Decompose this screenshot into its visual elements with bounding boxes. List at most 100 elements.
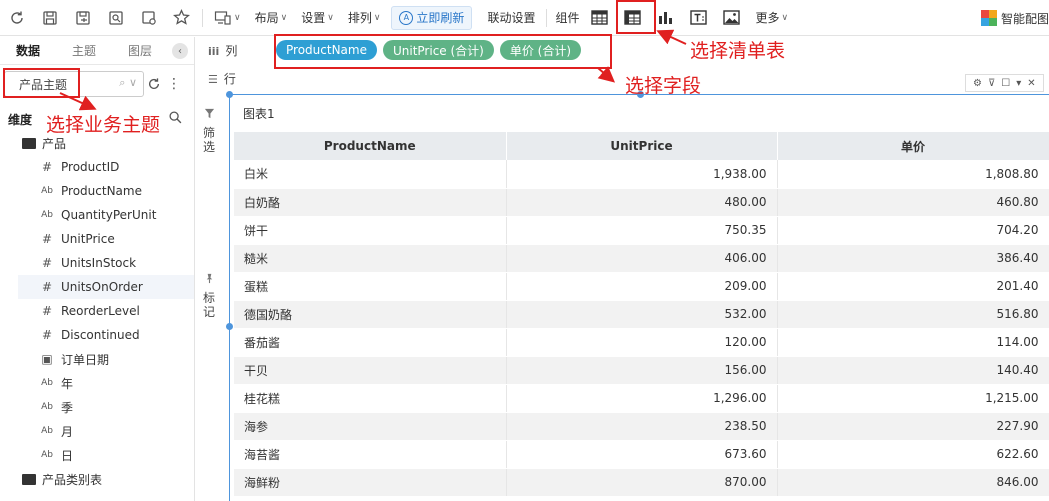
save-as-icon[interactable] bbox=[66, 0, 99, 36]
product-name-cell: 干贝 bbox=[234, 356, 507, 385]
text-button[interactable] bbox=[682, 0, 715, 36]
field-item[interactable]: # UnitsInStock bbox=[0, 251, 194, 275]
table-row[interactable]: 干贝 156.00 140.40 bbox=[234, 356, 1049, 385]
table-row[interactable]: 海鲜粉 870.00 846.00 bbox=[234, 468, 1049, 497]
text-type-icon: Ab bbox=[41, 450, 53, 460]
refresh-icon[interactable] bbox=[0, 0, 33, 36]
table-row[interactable]: 糙米 406.00 386.40 bbox=[234, 244, 1049, 273]
field-item[interactable]: Ab 月 bbox=[0, 419, 194, 443]
maximize-icon[interactable]: ☐ bbox=[1001, 78, 1010, 89]
resize-handle[interactable] bbox=[226, 91, 233, 98]
filter-label: 筛选 bbox=[203, 126, 216, 154]
list-table-button[interactable] bbox=[583, 0, 616, 36]
table-row[interactable]: 饼干 750.35 704.20 bbox=[234, 216, 1049, 245]
folder-label: 产品 bbox=[42, 136, 67, 151]
chart-container[interactable]: ⚙ ⊽ ☐ ▾ ✕ 图表1 ProductName UnitPrice 单价 白… bbox=[226, 74, 1049, 501]
annotation-select-fields: 选择字段 bbox=[625, 75, 702, 97]
preview-icon[interactable] bbox=[99, 0, 132, 36]
mark-section[interactable]: 标记 bbox=[196, 273, 222, 319]
more-menu[interactable]: 更多 ∨ bbox=[748, 0, 795, 36]
table-row[interactable]: 海参 238.50 227.90 bbox=[234, 412, 1049, 441]
smart-chart-label: 智能配图 bbox=[1000, 11, 1049, 26]
search-icon[interactable] bbox=[169, 111, 182, 128]
device-icon bbox=[214, 10, 231, 25]
table-row[interactable]: 白米 1,938.00 1,808.80 bbox=[234, 160, 1049, 189]
tab-data[interactable]: 数据 bbox=[0, 37, 56, 65]
folder-icon bbox=[22, 137, 36, 149]
number-type-icon: # bbox=[41, 304, 53, 318]
tab-theme[interactable]: 主题 bbox=[56, 37, 112, 65]
tab-layers[interactable]: 图层 bbox=[112, 37, 168, 65]
text-type-icon: Ab bbox=[41, 210, 53, 220]
filter-icon[interactable]: ⊽ bbox=[988, 78, 995, 89]
table-row[interactable]: 桂花糕 1,296.00 1,215.00 bbox=[234, 384, 1049, 413]
refresh-subject-icon[interactable] bbox=[144, 71, 164, 97]
device-menu[interactable]: ∨ bbox=[207, 0, 248, 36]
unit-price-cell: 238.50 bbox=[506, 412, 778, 441]
columns-label: iii 列 bbox=[196, 42, 276, 59]
star-icon[interactable] bbox=[165, 0, 198, 36]
settings-menu[interactable]: 设置 ∨ bbox=[294, 0, 341, 36]
field-label: UnitsOnOrder bbox=[61, 280, 143, 294]
image-button[interactable] bbox=[715, 0, 748, 36]
field-item[interactable]: # UnitsOnOrder bbox=[18, 275, 194, 299]
field-item[interactable]: Ab 日 bbox=[0, 443, 194, 467]
field-label: 季 bbox=[61, 400, 74, 415]
column-header[interactable]: ProductName bbox=[234, 132, 507, 160]
table-row[interactable]: 白奶酪 480.00 460.80 bbox=[234, 188, 1049, 217]
unit-price-cell: 870.00 bbox=[506, 468, 778, 497]
pin-icon bbox=[204, 273, 215, 287]
filter-section[interactable]: 筛选 bbox=[196, 108, 222, 154]
product-name-cell: 德国奶酪 bbox=[234, 300, 507, 329]
field-label: UnitsInStock bbox=[61, 256, 137, 270]
unit-price-cell: 673.60 bbox=[506, 440, 778, 469]
field-item[interactable]: Ab 年 bbox=[0, 371, 194, 395]
refresh-now-button[interactable]: A 立即刷新 bbox=[391, 5, 473, 30]
chevron-down-icon: ∨ bbox=[327, 12, 334, 23]
table-row[interactable]: 海苔酱 673.60 622.60 bbox=[234, 440, 1049, 469]
field-item[interactable]: ▣ 订单日期 bbox=[0, 347, 194, 371]
annotation-select-subject: 选择业务主题 bbox=[46, 114, 161, 136]
field-item[interactable]: # Discontinued bbox=[0, 323, 194, 347]
smart-chart-button[interactable]: 智能配图 bbox=[980, 0, 1049, 36]
filter-mark-strip: 筛选 标记 bbox=[196, 98, 222, 501]
collapse-panel-icon[interactable]: ‹ bbox=[172, 43, 188, 59]
folder-category[interactable]: 产品类别表 bbox=[0, 467, 194, 491]
arrange-menu[interactable]: 排列 ∨ bbox=[341, 0, 388, 36]
field-item[interactable]: # UnitPrice bbox=[0, 227, 194, 251]
settings-image-icon[interactable] bbox=[132, 0, 165, 36]
unit-price-cell: 1,938.00 bbox=[506, 160, 778, 189]
unit-price-cell: 480.00 bbox=[506, 188, 778, 217]
gear-icon[interactable]: ⚙ bbox=[973, 78, 982, 89]
field-item[interactable]: # ReorderLevel bbox=[0, 299, 194, 323]
price-cell: 227.90 bbox=[777, 412, 1049, 441]
field-label: UnitPrice bbox=[61, 232, 115, 246]
save-icon[interactable] bbox=[33, 0, 66, 36]
toolbar-divider bbox=[202, 8, 203, 27]
folder-icon bbox=[22, 473, 36, 485]
price-cell: 386.40 bbox=[777, 244, 1049, 273]
product-name-cell: 糙米 bbox=[234, 244, 507, 273]
product-name-cell: 海鲜粉 bbox=[234, 468, 507, 497]
price-cell: 1,215.00 bbox=[777, 384, 1049, 413]
table-row[interactable]: 番茄酱 120.00 114.00 bbox=[234, 328, 1049, 357]
column-header[interactable]: UnitPrice bbox=[506, 132, 778, 160]
table-row[interactable]: 德国奶酪 532.00 516.80 bbox=[234, 300, 1049, 329]
folder-label: 产品类别表 bbox=[42, 472, 103, 487]
product-name-cell: 饼干 bbox=[234, 216, 507, 245]
resize-handle[interactable] bbox=[226, 323, 233, 330]
table-row[interactable]: 蛋糕 209.00 201.40 bbox=[234, 272, 1049, 301]
layout-menu[interactable]: 布局 ∨ bbox=[248, 0, 295, 36]
price-cell: 140.40 bbox=[777, 356, 1049, 385]
field-item[interactable]: Ab 季 bbox=[0, 395, 194, 419]
field-item[interactable]: Ab QuantityPerUnit bbox=[0, 203, 194, 227]
field-item[interactable]: # ProductID bbox=[0, 155, 194, 179]
smart-chart-icon bbox=[980, 10, 997, 26]
field-item[interactable]: Ab ProductName bbox=[0, 179, 194, 203]
more-vertical-icon[interactable]: ⋮ bbox=[164, 71, 184, 97]
dropdown-icon[interactable]: ▾ bbox=[1016, 78, 1021, 89]
date-type-icon: ▣ bbox=[41, 352, 53, 366]
column-header[interactable]: 单价 bbox=[777, 132, 1049, 160]
linkage-settings-button[interactable]: 联动设置 bbox=[480, 0, 542, 36]
close-icon[interactable]: ✕ bbox=[1027, 78, 1035, 89]
